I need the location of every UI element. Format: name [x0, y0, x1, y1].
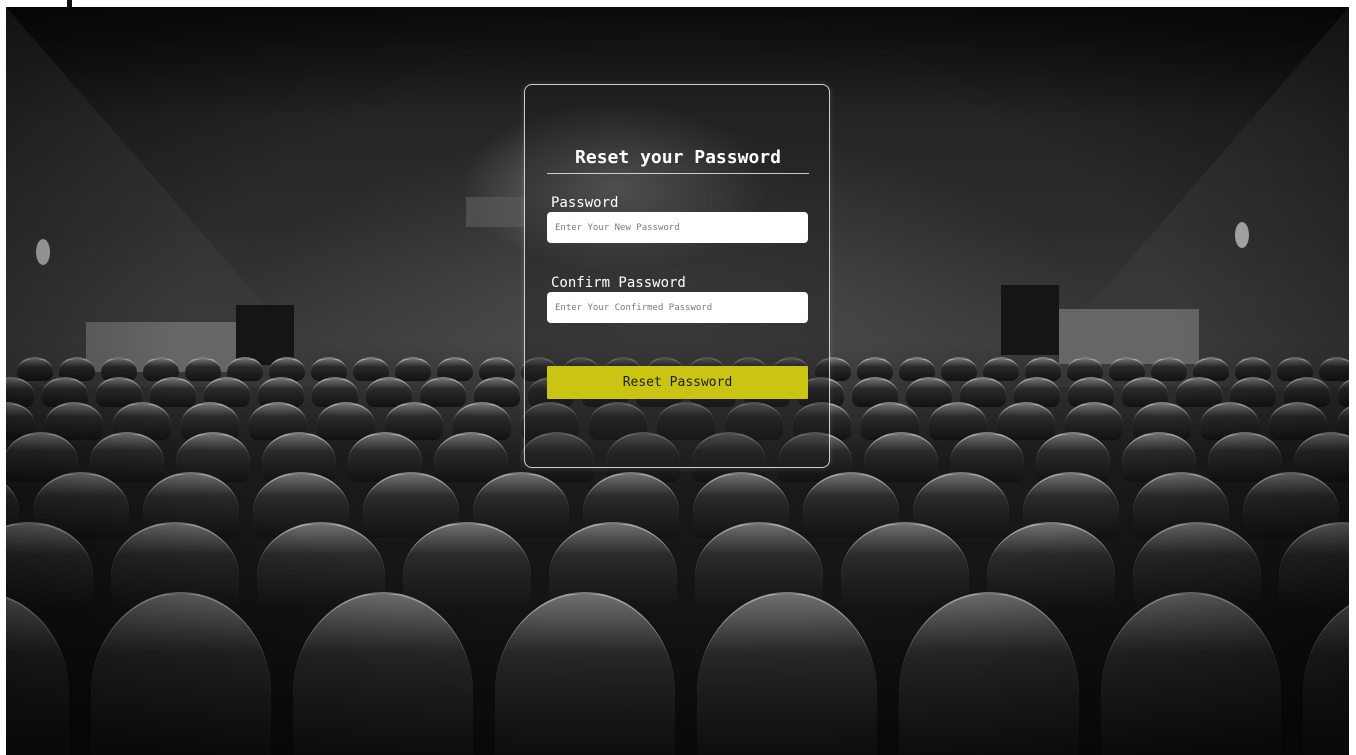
reset-password-card: Reset your Password Password Confirm Pas…	[524, 84, 830, 468]
password-label: Password	[551, 195, 619, 211]
corner-mark	[67, 0, 72, 7]
card-title: Reset your Password	[575, 147, 781, 168]
password-input[interactable]	[547, 212, 808, 243]
title-divider	[547, 173, 809, 174]
page: Reset your Password Password Confirm Pas…	[0, 0, 1356, 755]
reset-password-button[interactable]: Reset Password	[547, 366, 808, 399]
confirm-password-label: Confirm Password	[551, 275, 686, 291]
confirm-password-input[interactable]	[547, 292, 808, 323]
